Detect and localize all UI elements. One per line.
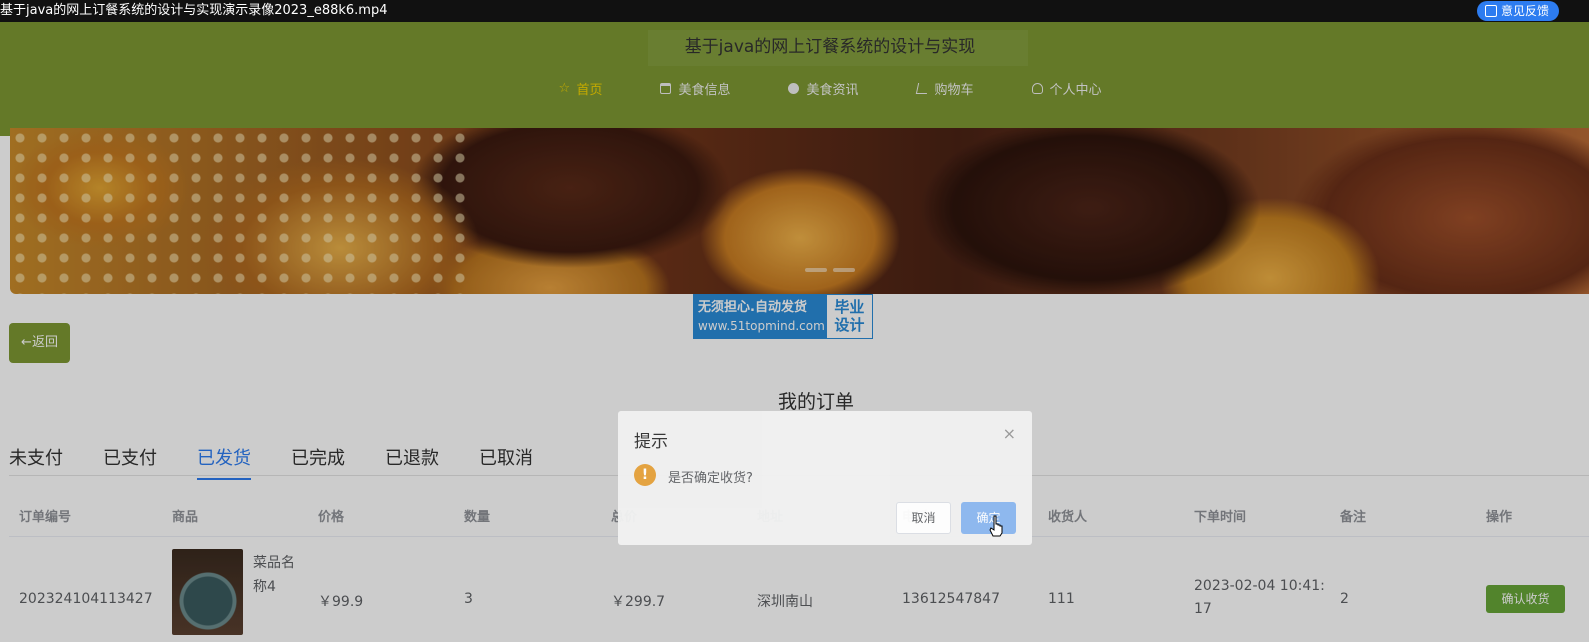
hand-cursor-icon [989, 515, 1003, 537]
edit-icon [1484, 5, 1497, 17]
cancel-button[interactable]: 取消 [896, 502, 951, 534]
dialog-title: 提示 [634, 432, 668, 452]
close-icon[interactable]: × [1003, 424, 1016, 443]
feedback-label: 意见反馈 [1500, 4, 1549, 18]
confirm-dialog: 提示 × ! 是否确定收货? 取消 确定 [618, 411, 1032, 545]
feedback-button[interactable]: 意见反馈 [1476, 1, 1559, 21]
dialog-message: 是否确定收货? [668, 471, 753, 486]
warning-icon: ! [634, 464, 656, 486]
modal-overlay[interactable] [0, 22, 1589, 642]
video-title-bar: 基于java的网上订餐系统的设计与实现演示录像2023_e88k6.mp4 [0, 0, 1589, 22]
video-title: 基于java的网上订餐系统的设计与实现演示录像2023_e88k6.mp4 [0, 3, 388, 18]
